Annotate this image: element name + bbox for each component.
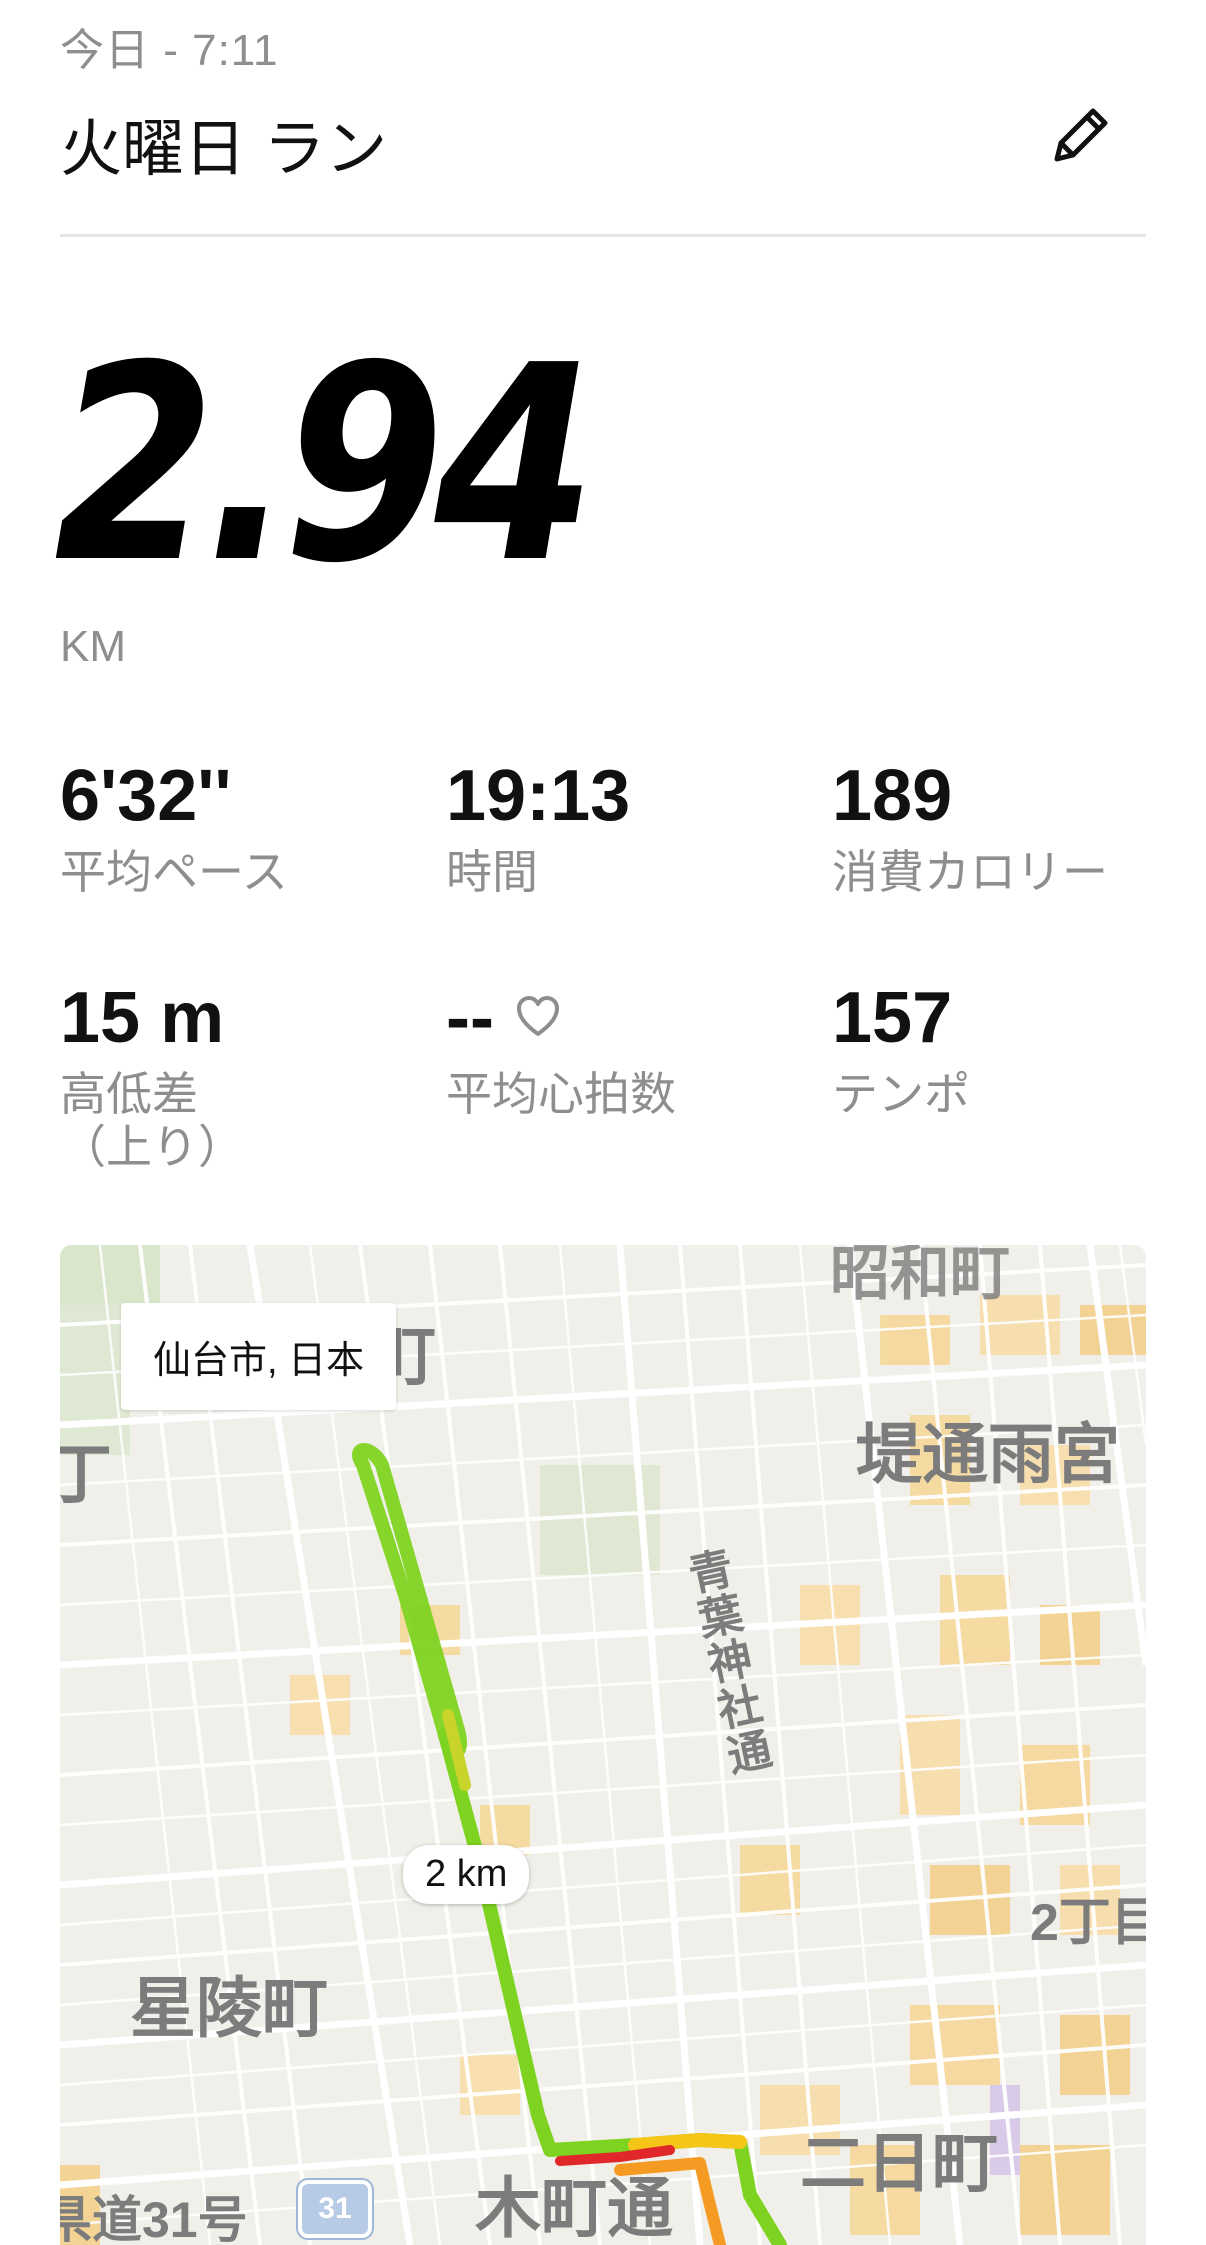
- heart-rate-value: --: [446, 978, 494, 1058]
- pencil-icon: [1054, 108, 1108, 162]
- stat-value: 6'32'': [60, 756, 232, 836]
- stat-value: 157: [832, 978, 953, 1058]
- stat-cadence: 157 テンポ: [832, 982, 1172, 1121]
- stat-elevation-gain: 15 m 高低差 （上り）: [60, 982, 400, 1174]
- heart-icon: [514, 993, 564, 1043]
- activity-title[interactable]: 火曜日 ラン: [60, 98, 387, 188]
- stat-average-pace: 6'32'' 平均ペース: [60, 760, 400, 899]
- map-label: 堤通雨宮: [856, 1417, 1120, 1491]
- stat-value: 189: [832, 756, 953, 836]
- route-31-badge: 31: [298, 2180, 372, 2238]
- map-label: 県道31号: [60, 2192, 248, 2245]
- stat-label: 消費カロリー: [832, 846, 1108, 898]
- edit-button[interactable]: [1046, 100, 1116, 170]
- map-label: 二日町: [800, 2126, 998, 2200]
- stat-duration: 19:13 時間: [446, 760, 786, 899]
- stat-label: 時間: [446, 846, 538, 898]
- map-label: 星陵町: [130, 1971, 328, 2045]
- distance-unit: KM: [60, 622, 126, 671]
- stat-label: テンポ: [832, 1068, 970, 1120]
- map-label: 木町通: [475, 2171, 673, 2245]
- location-label: 仙台市, 日本: [121, 1303, 397, 1410]
- distance-value: 2.94: [54, 307, 596, 622]
- stat-value: 19:13: [446, 756, 631, 836]
- stat-value: --: [446, 982, 786, 1054]
- map-label: 昭和町: [830, 1245, 1010, 1307]
- stat-label: 平均ペース: [60, 846, 288, 898]
- stat-label: 高低差 （上り）: [60, 1068, 244, 1173]
- stat-value: 15 m: [60, 978, 225, 1058]
- activity-time-label: 今日 - 7:11: [60, 26, 279, 75]
- route-map[interactable]: 昭和町 町 丁 堤通雨宮 青葉神社通 2丁目 星陵町 県道31号 31 木町通 …: [60, 1245, 1146, 2245]
- map-label: 2丁目: [1030, 1894, 1146, 1952]
- km-marker: 2 km: [403, 1845, 530, 1904]
- stat-label: 平均心拍数: [446, 1068, 676, 1120]
- stat-average-heart-rate: -- 平均心拍数: [446, 982, 786, 1121]
- header-divider: [60, 234, 1146, 237]
- stat-calories: 189 消費カロリー: [832, 760, 1152, 899]
- map-label: 丁: [60, 1437, 112, 1511]
